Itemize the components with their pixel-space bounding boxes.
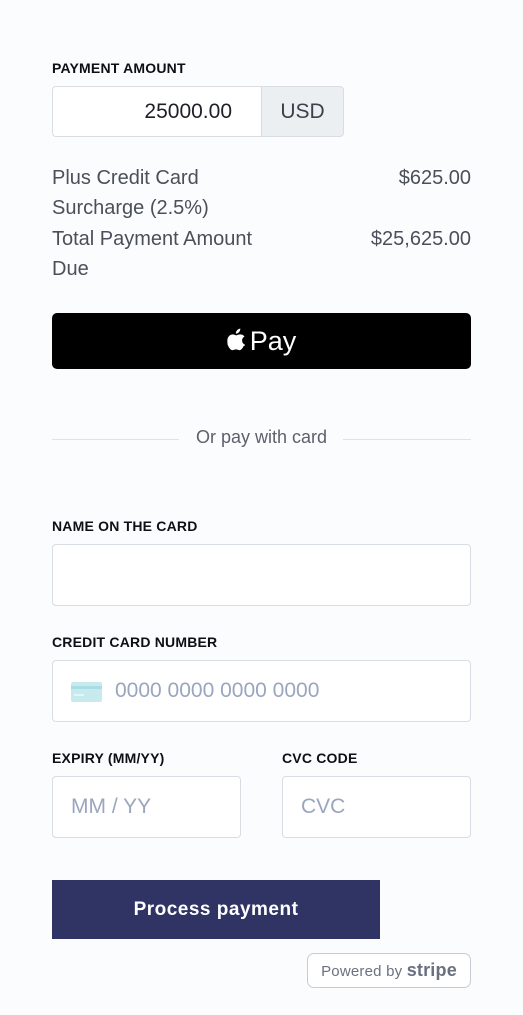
card-number-placeholder: 0000 0000 0000 0000 — [115, 679, 320, 702]
payment-amount-label: PAYMENT AMOUNT — [52, 60, 186, 76]
powered-by-stripe-badge[interactable]: Powered by stripe — [307, 953, 471, 988]
card-number-input[interactable]: 0000 0000 0000 0000 — [52, 660, 471, 722]
name-on-card-input[interactable] — [52, 544, 471, 606]
surcharge-label-line1: Plus Credit Card — [52, 167, 199, 189]
surcharge-value: $625.00 — [398, 167, 471, 189]
card-number-label: CREDIT CARD NUMBER — [52, 634, 218, 650]
cvc-label: CVC CODE — [282, 750, 358, 766]
payment-page: PAYMENT AMOUNT 25000.00 USD Plus Credit … — [0, 0, 523, 1015]
cvc-input[interactable]: CVC — [282, 776, 471, 838]
currency-selector[interactable]: USD — [261, 86, 344, 137]
total-label-line2: Due — [52, 258, 89, 280]
expiry-label: EXPIRY (MM/YY) — [52, 750, 165, 766]
powered-by-text: Powered by — [321, 963, 403, 980]
surcharge-label-line2: Surcharge (2.5%) — [52, 197, 209, 219]
or-divider: Or pay with card — [52, 427, 471, 453]
name-on-card-label: NAME ON THE CARD — [52, 518, 198, 534]
total-value: $25,625.00 — [370, 228, 471, 250]
apple-pay-button[interactable]: Pay — [52, 313, 471, 369]
divider-line-right — [343, 439, 471, 440]
expiry-input[interactable]: MM / YY — [52, 776, 241, 838]
payment-amount-group: 25000.00 USD — [52, 86, 344, 137]
stripe-brand: stripe — [406, 960, 457, 980]
total-label: Total Payment Amount Due — [52, 224, 292, 284]
apple-logo-icon — [227, 328, 245, 351]
process-payment-button[interactable]: Process payment — [52, 880, 380, 939]
surcharge-label: Plus Credit Card Surcharge (2.5%) — [52, 163, 292, 223]
payment-amount-input[interactable]: 25000.00 — [52, 86, 261, 137]
divider-text: Or pay with card — [195, 427, 328, 447]
surcharge-row: Plus Credit Card Surcharge (2.5%) $625.0… — [52, 163, 471, 225]
credit-card-icon — [71, 682, 102, 702]
total-label-line1: Total Payment Amount — [52, 228, 253, 250]
apple-pay-label: Pay — [249, 325, 297, 356]
total-row: Total Payment Amount Due $25,625.00 — [52, 224, 471, 286]
